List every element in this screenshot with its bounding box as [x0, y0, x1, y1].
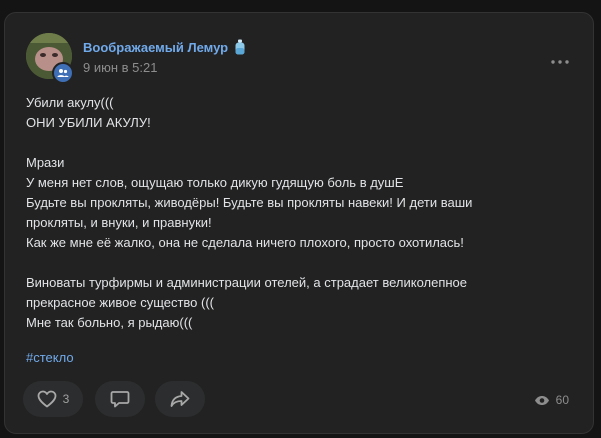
more-horizontal-icon[interactable] [551, 51, 569, 67]
like-count: 3 [62, 392, 70, 406]
share-icon [170, 391, 190, 407]
eye-icon [534, 395, 549, 405]
comment-icon [110, 391, 130, 408]
views-counter: 60 [534, 393, 569, 407]
author-name-text[interactable]: Воображаемый Лемур [83, 40, 228, 55]
heart-icon [37, 390, 57, 408]
comment-button[interactable] [95, 381, 145, 417]
post-text-line: Виноваты турфирмы и администрации отелей… [26, 275, 468, 290]
bottle-emoji-icon [235, 39, 245, 55]
post-card: Воображаемый Лемур 9 июн в 5:21 Убили ак… [4, 12, 594, 434]
post-text-line: Как же мне её жалко, она не сделала ниче… [26, 235, 464, 250]
post-text-line [26, 133, 566, 153]
post-text-line: Будьте вы прокляты, живодёры! Будьте вы … [26, 195, 473, 210]
hashtag-link[interactable]: #стекло [26, 350, 74, 365]
post-text: Убили акулу((( ОНИ УБИЛИ АКУЛУ! Мрази У … [26, 93, 566, 333]
post-text-line: Мрази [26, 155, 65, 170]
post-text-line [26, 253, 566, 273]
share-button[interactable] [155, 381, 205, 417]
like-button[interactable]: 3 [23, 381, 83, 417]
post-text-line: У меня нет слов, ощущаю только дикую гуд… [26, 175, 404, 190]
post-text-line: Мне так больно, я рыдаю((( [26, 315, 193, 330]
users-icon [52, 62, 74, 84]
post-text-line: прекрасное живое существо ((( [26, 295, 215, 310]
post-text-line: Убили акулу((( [26, 95, 114, 110]
post-date[interactable]: 9 июн в 5:21 [83, 60, 157, 75]
post-text-line: ОНИ УБИЛИ АКУЛУ! [26, 115, 151, 130]
post-text-line: прокляты, и внуки, и правнуки! [26, 215, 212, 230]
author-name[interactable]: Воображаемый Лемур [83, 39, 247, 55]
views-count: 60 [555, 393, 569, 407]
